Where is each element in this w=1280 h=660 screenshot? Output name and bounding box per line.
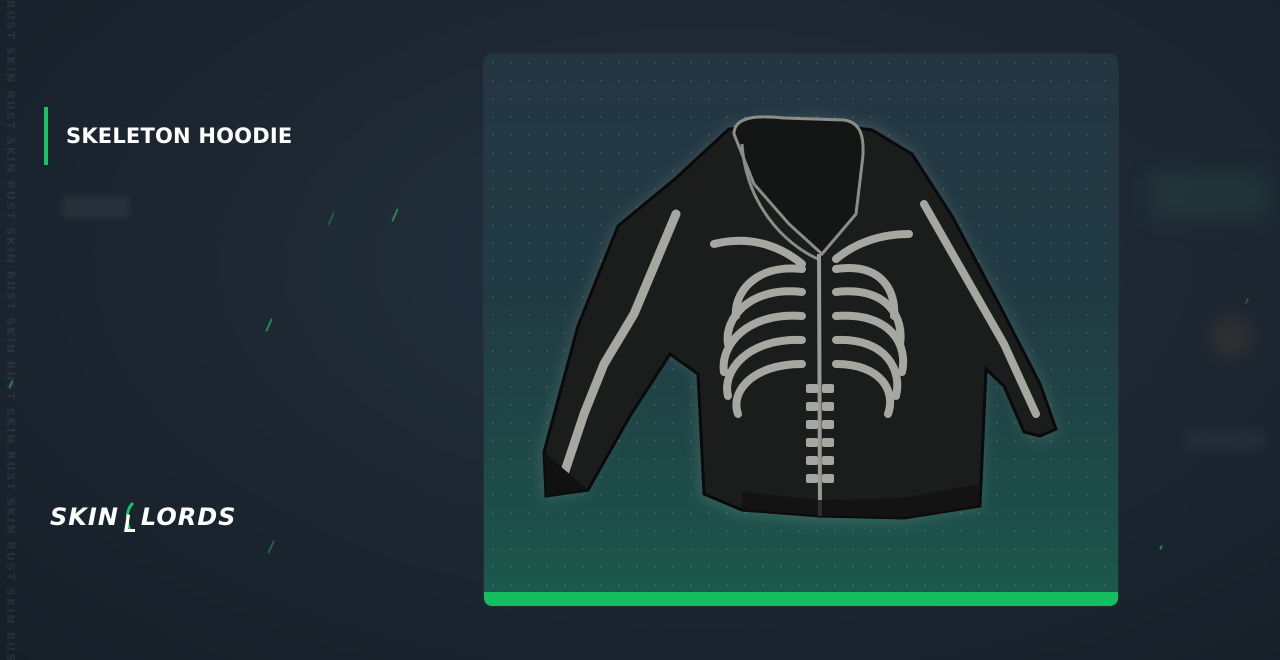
brand-logo[interactable]: SKIN LORDS [50,500,236,534]
logo-text-right: LORDS [140,503,237,531]
skinlords-logo-icon [123,502,135,532]
card-accent-bar [484,592,1118,606]
speck [391,208,399,222]
speck [1244,297,1250,305]
item-title: SKELETON HOODIE [66,124,293,148]
speck [1159,544,1163,551]
speck [267,540,275,554]
background-blur [1210,315,1254,359]
speck [265,318,273,332]
blurred-tag [62,196,130,218]
background-blur [1150,170,1270,220]
logo-text-left: SKIN [50,503,119,531]
skeleton-hoodie-image [539,115,1059,524]
item-preview-card[interactable] [484,54,1118,606]
item-title-block: SKELETON HOODIE [44,107,292,165]
side-watermark: RUST SKIN RUST SKIN RUST SKIN RUST SKIN … [4,0,17,660]
speck [327,212,335,226]
background-blur [1185,430,1265,450]
